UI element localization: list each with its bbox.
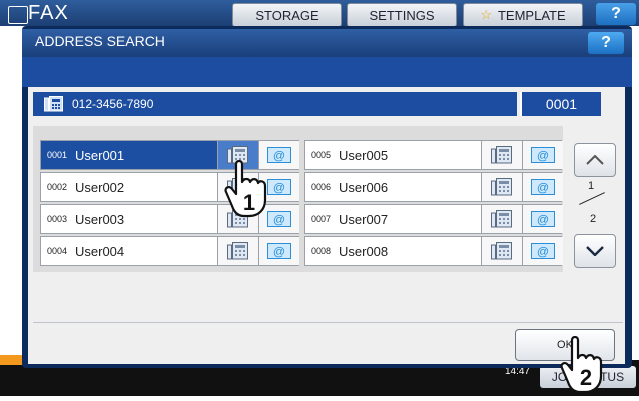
list-item[interactable]: 0007 User007 @	[304, 204, 563, 234]
entry-name: User007	[339, 212, 389, 227]
scroll-up-button[interactable]	[574, 143, 616, 177]
entry-name: User004	[75, 244, 125, 259]
list-item[interactable]: 0008 User008 @	[304, 236, 563, 266]
page-current: 1	[588, 180, 595, 192]
svg-text:@: @	[537, 213, 549, 227]
entry-name: User008	[339, 244, 389, 259]
email-icon: @	[531, 147, 555, 163]
fax-icon	[491, 242, 512, 260]
app-title: FAX	[28, 2, 69, 24]
list-item[interactable]: 0005 User005 @	[304, 140, 563, 170]
fax-icon	[227, 242, 248, 260]
entry-id: 0003	[47, 214, 68, 224]
list-item[interactable]: 0006 User006 @	[304, 172, 563, 202]
help-button[interactable]: ?	[588, 32, 624, 54]
fax-button[interactable]	[481, 173, 522, 201]
divider	[33, 322, 623, 323]
tab-storage[interactable]: STORAGE	[232, 3, 342, 27]
email-icon: @	[531, 179, 555, 195]
svg-text:@: @	[273, 149, 285, 163]
email-button[interactable]: @	[522, 237, 563, 265]
fax-button[interactable]	[217, 237, 258, 265]
entry-id: 0002	[47, 182, 68, 192]
email-button[interactable]: @	[522, 173, 563, 201]
star-icon: ☆	[480, 7, 492, 22]
fax-icon	[491, 178, 512, 196]
email-icon: @	[267, 243, 291, 259]
search-result-count: 0001	[520, 92, 601, 116]
svg-text:@: @	[273, 213, 285, 227]
fax-icon	[44, 96, 64, 112]
entry-id: 0004	[47, 246, 68, 256]
fax-button[interactable]	[481, 141, 522, 169]
tab-settings[interactable]: SETTINGS	[347, 3, 457, 27]
entry-id: 0007	[311, 214, 332, 224]
chevron-down-icon	[586, 246, 604, 256]
chevron-up-icon	[586, 155, 604, 165]
page-total: 2	[590, 213, 597, 225]
entry-name: User003	[75, 212, 125, 227]
entry-name: User002	[75, 180, 125, 195]
dialog-header-strip	[22, 57, 632, 87]
tab-template-label: TEMPLATE	[497, 7, 566, 23]
entry-id: 0006	[311, 182, 332, 192]
fax-icon	[491, 146, 512, 164]
svg-text:@: @	[273, 181, 285, 195]
dialog-title: ADDRESS SEARCH	[35, 33, 165, 49]
status-indicator	[0, 355, 24, 365]
svg-text:@: @	[537, 181, 549, 195]
fax-button[interactable]	[481, 237, 522, 265]
fax-icon	[491, 210, 512, 228]
fax-button[interactable]	[481, 205, 522, 233]
fax-icon	[8, 6, 28, 24]
svg-text:@: @	[537, 245, 549, 259]
svg-text:@: @	[537, 149, 549, 163]
email-icon: @	[531, 211, 555, 227]
email-button[interactable]: @	[258, 237, 299, 265]
email-button[interactable]: @	[522, 205, 563, 233]
step-number-1: 1	[242, 190, 256, 215]
entry-id: 0001	[47, 150, 68, 160]
address-list: 0001 User001 @ 0002 User002 @ 0003 User0…	[33, 126, 563, 272]
entry-name: User001	[75, 148, 125, 163]
entry-id: 0008	[311, 246, 332, 256]
entry-name: User006	[339, 180, 389, 195]
search-result-number: 012-3456-7890	[72, 97, 154, 111]
tab-template[interactable]: ☆ TEMPLATE	[463, 3, 583, 27]
help-button-background[interactable]: ?	[596, 3, 636, 25]
entry-name: User005	[339, 148, 389, 163]
list-item[interactable]: 0004 User004 @	[40, 236, 299, 266]
scroll-down-button[interactable]	[574, 234, 616, 268]
entry-id: 0005	[311, 150, 332, 160]
svg-text:@: @	[273, 245, 285, 259]
email-button[interactable]: @	[522, 141, 563, 169]
step-number-2: 2	[579, 365, 593, 390]
email-icon: @	[531, 243, 555, 259]
